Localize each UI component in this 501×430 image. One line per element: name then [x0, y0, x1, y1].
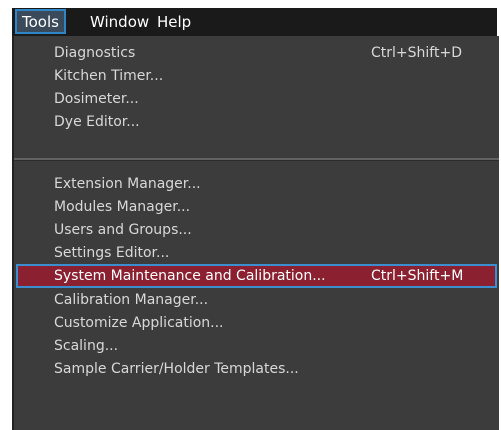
menu-window[interactable]: Window — [82, 8, 157, 36]
menu-item-dye-editor[interactable]: Dye Editor... — [14, 111, 499, 133]
menu-item-sample-carrier-holder-templates[interactable]: Sample Carrier/Holder Templates... — [14, 358, 499, 380]
menu-item-label: Dosimeter... — [54, 91, 139, 107]
menu-item-modules-manager[interactable]: Modules Manager... — [14, 196, 499, 218]
menu-item-extension-manager[interactable]: Extension Manager... — [14, 173, 499, 195]
menu-item-label: Customize Application... — [54, 315, 224, 331]
menu-item-label: Sample Carrier/Holder Templates... — [54, 361, 299, 377]
menu-item-label: Scaling... — [54, 338, 119, 354]
menu-item-label: Dye Editor... — [54, 114, 140, 130]
menu-item-system-maintenance-and-calibration[interactable]: System Maintenance and Calibration... Ct… — [16, 264, 497, 288]
menu-item-label: System Maintenance and Calibration... — [54, 268, 326, 284]
menu-item-label: Modules Manager... — [54, 199, 191, 215]
menu-separator — [14, 158, 499, 161]
menu-item-customize-application[interactable]: Customize Application... — [14, 312, 499, 334]
menu-item-shortcut: Ctrl+Shift+M — [371, 268, 464, 284]
menu-item-shortcut: Ctrl+Shift+D — [371, 45, 462, 61]
menu-item-calibration-manager[interactable]: Calibration Manager... — [14, 289, 499, 311]
menu-item-dosimeter[interactable]: Dosimeter... — [14, 88, 499, 110]
menu-item-kitchen-timer[interactable]: Kitchen Timer... — [14, 65, 499, 87]
menu-item-scaling[interactable]: Scaling... — [14, 335, 499, 357]
menu-item-label: Diagnostics — [54, 45, 136, 61]
menu-item-users-and-groups[interactable]: Users and Groups... — [14, 219, 499, 241]
tools-dropdown-menu: Diagnostics Ctrl+Shift+D Kitchen Timer..… — [12, 36, 499, 430]
menu-item-label: Settings Editor... — [54, 245, 170, 261]
application-frame: Tools Window Help Diagnostics Ctrl+Shift… — [0, 0, 501, 430]
menu-item-diagnostics[interactable]: Diagnostics Ctrl+Shift+D — [14, 42, 499, 64]
menu-bar: Tools Window Help — [12, 8, 497, 36]
menu-tools[interactable]: Tools — [15, 9, 66, 34]
menu-item-label: Extension Manager... — [54, 176, 201, 192]
menu-item-label: Kitchen Timer... — [54, 68, 164, 84]
menu-item-label: Calibration Manager... — [54, 292, 209, 308]
menu-item-settings-editor[interactable]: Settings Editor... — [14, 242, 499, 264]
menu-help[interactable]: Help — [149, 8, 199, 36]
menu-item-label: Users and Groups... — [54, 222, 192, 238]
